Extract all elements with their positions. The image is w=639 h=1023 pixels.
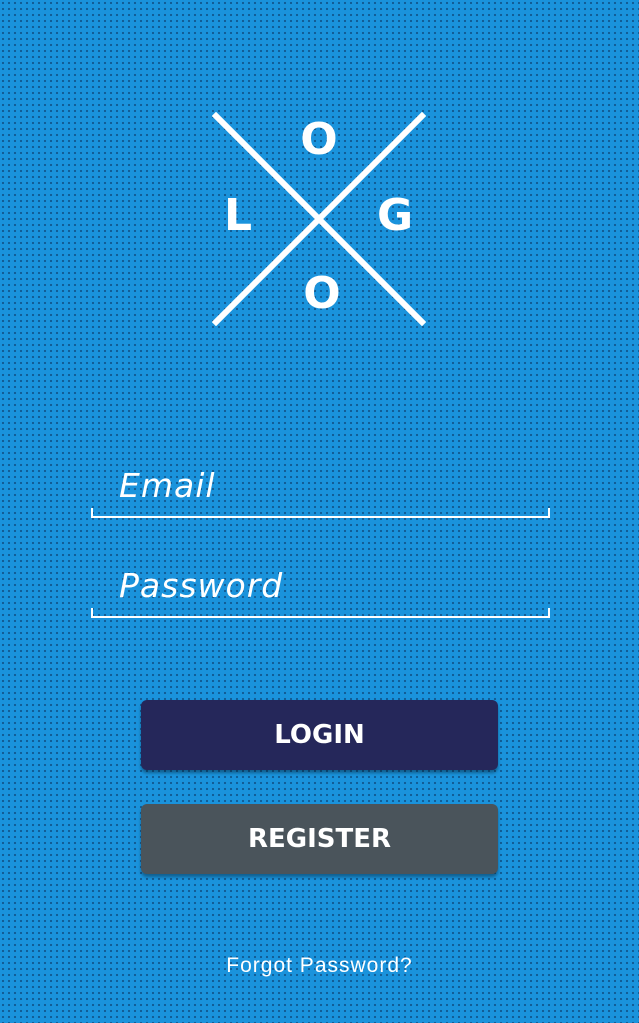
password-underline <box>91 608 550 618</box>
password-field[interactable]: Password <box>91 558 550 618</box>
login-button-label: LOGIN <box>274 720 365 750</box>
logo: O L G O <box>212 112 426 326</box>
logo-letter-right: G <box>376 190 414 241</box>
email-placeholder: Email <box>119 466 216 505</box>
register-button-label: REGISTER <box>247 824 392 854</box>
password-placeholder: Password <box>119 566 284 605</box>
logo-letter-left: L <box>223 190 253 241</box>
login-button[interactable]: LOGIN <box>141 700 498 770</box>
email-field[interactable]: Email <box>91 458 550 518</box>
register-button[interactable]: REGISTER <box>141 804 498 874</box>
login-screen: O L G O Email Password LOGIN REGISTER Fo… <box>0 0 639 1023</box>
forgot-password-link[interactable]: Forgot Password? <box>0 954 639 978</box>
email-underline <box>91 508 550 518</box>
logo-letter-top: O <box>300 114 338 165</box>
logo-letter-bottom: O <box>303 268 341 319</box>
